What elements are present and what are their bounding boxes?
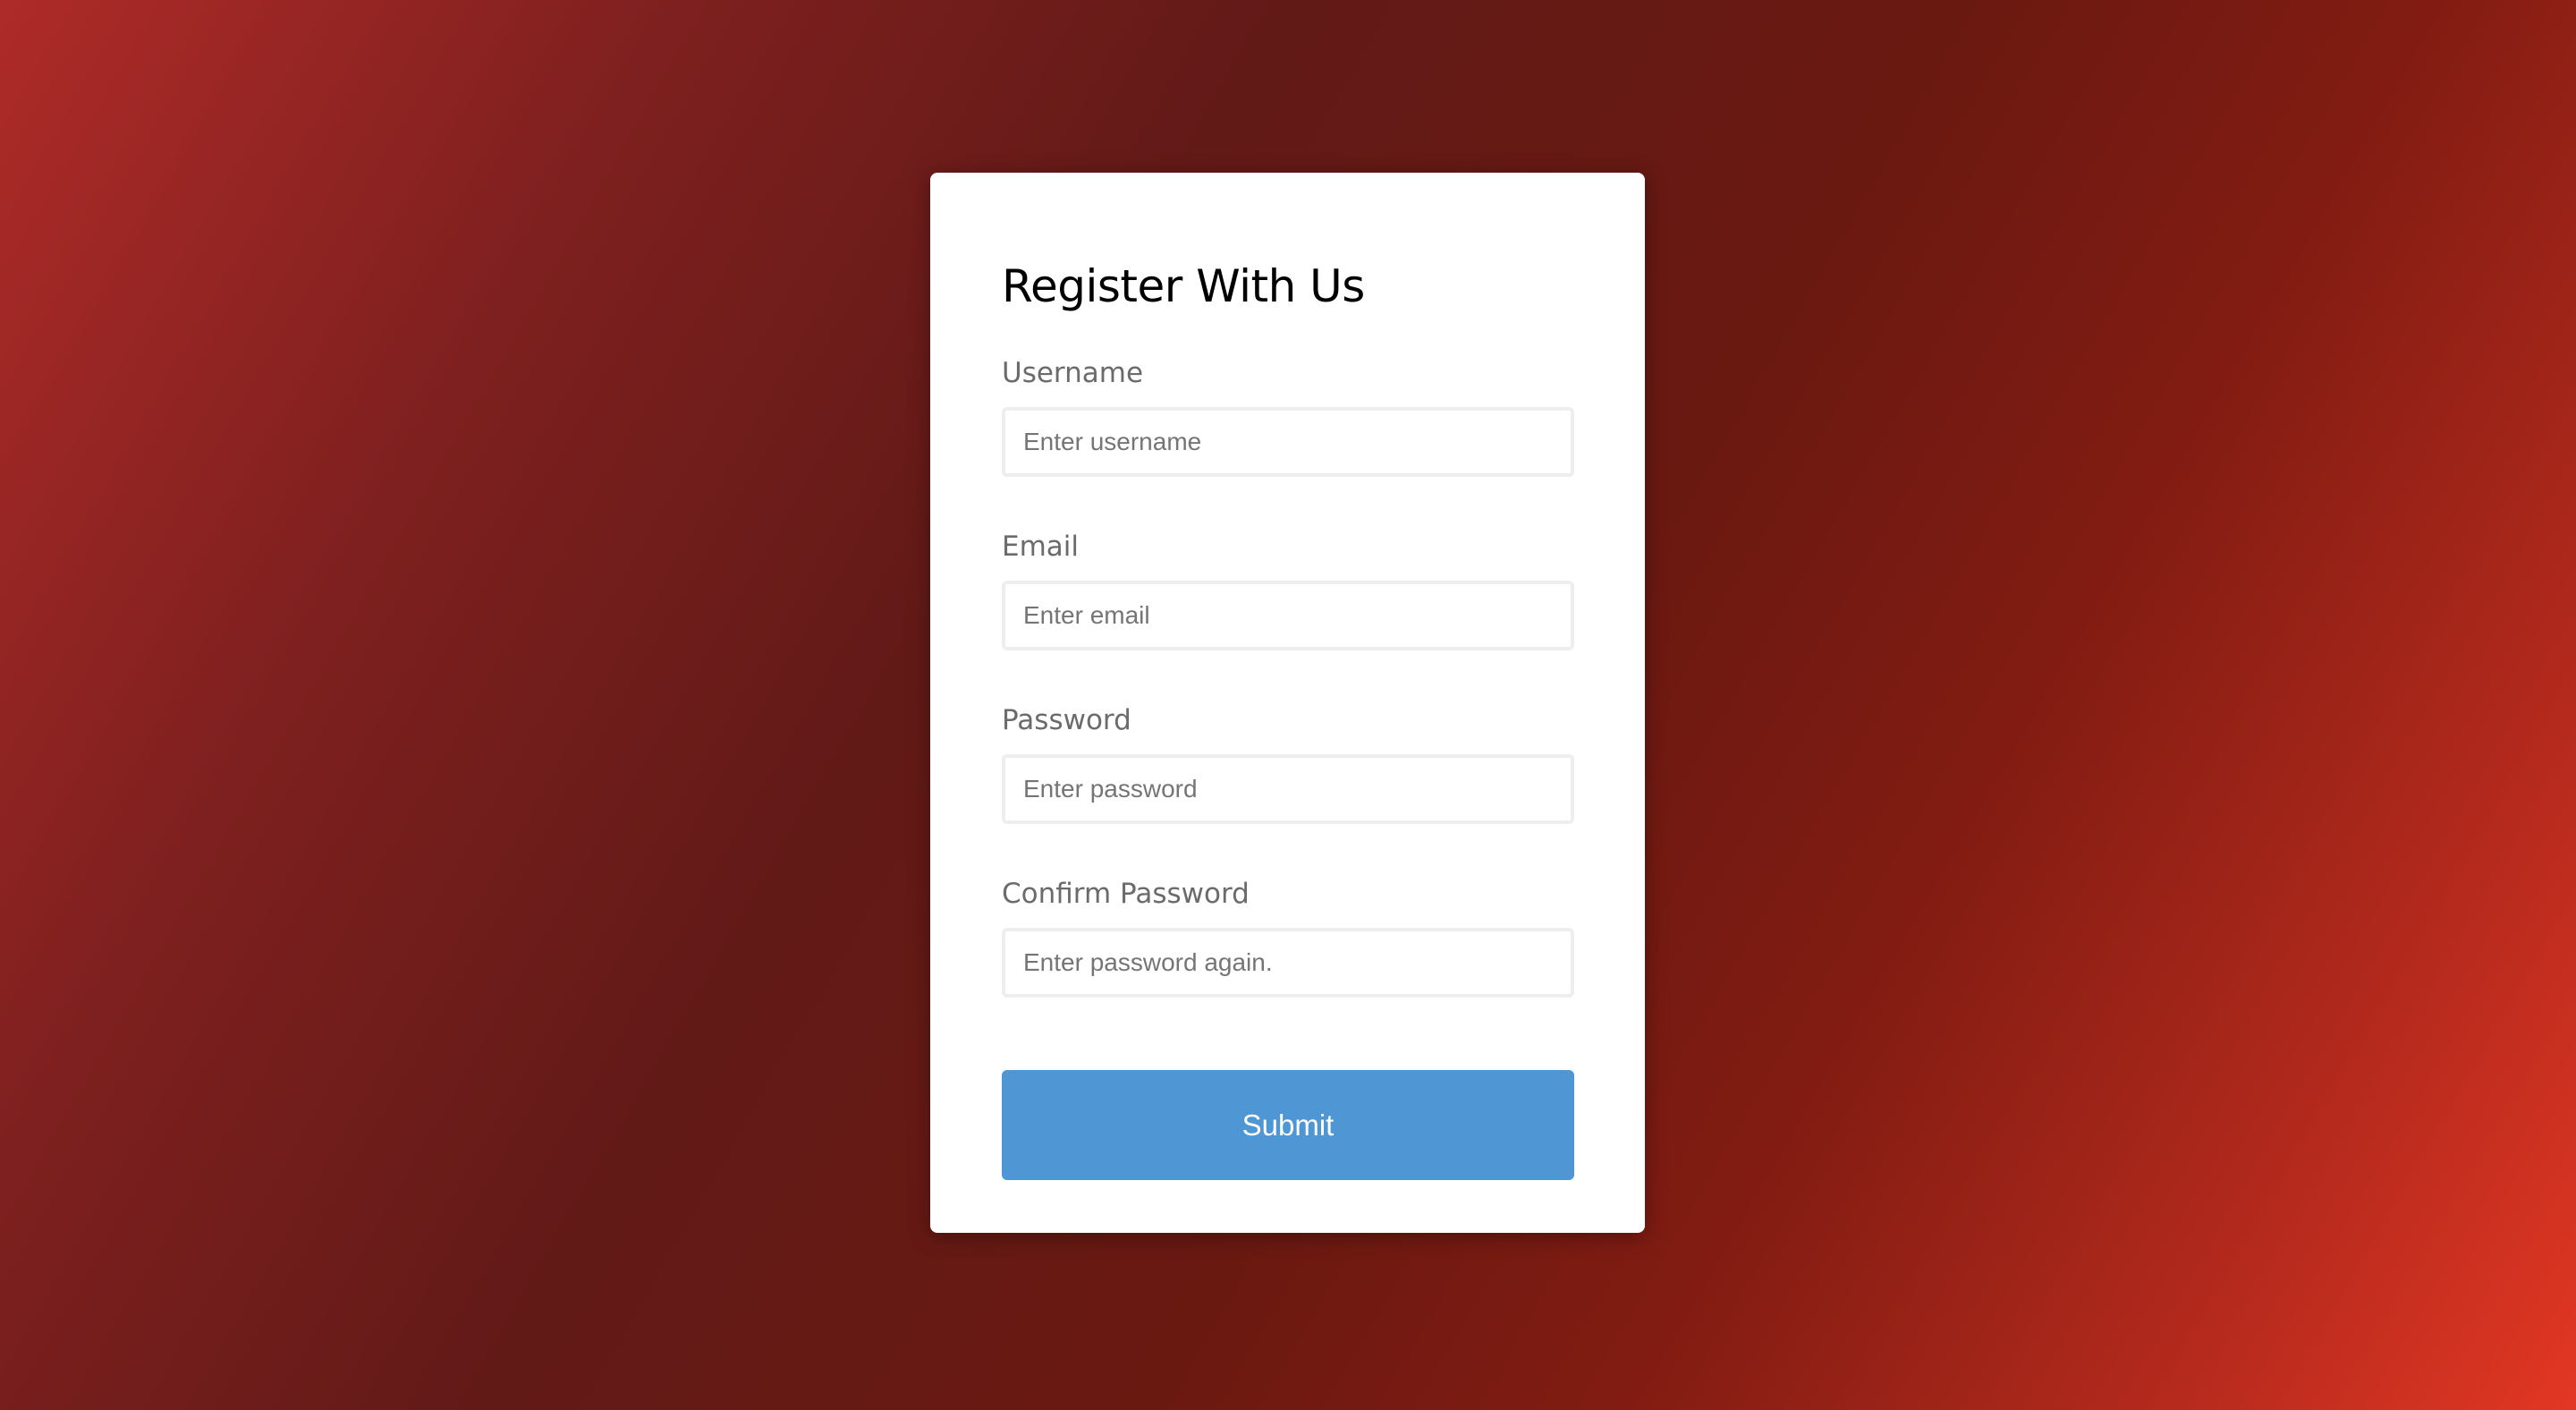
password-input[interactable] [1002,754,1574,824]
email-label: Email [1002,531,1080,563]
register-card: Register With Us Username Email Password… [930,173,1645,1233]
form-title: Register With Us [1002,260,1365,312]
submit-button[interactable]: Submit [1002,1070,1574,1180]
confirm-password-label: Confirm Password [1002,878,1250,910]
username-label: Username [1002,357,1144,389]
email-input[interactable] [1002,581,1574,650]
password-label: Password [1002,704,1131,736]
username-input[interactable] [1002,407,1574,477]
confirm-password-input[interactable] [1002,928,1574,998]
